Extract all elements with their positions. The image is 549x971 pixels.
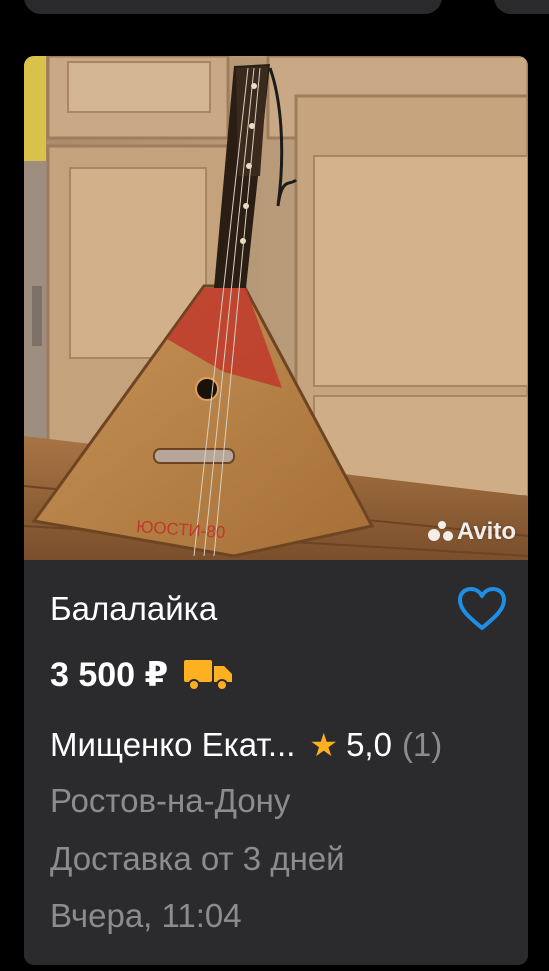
listing-date: Вчера, 11:04: [50, 897, 242, 934]
avito-watermark: Avito: [427, 518, 516, 546]
reviews-count: (1): [401, 726, 443, 763]
top-button-remnant[interactable]: [494, 0, 549, 14]
delivery-info: Доставка от 3 дней: [50, 840, 345, 877]
search-bar-remnant[interactable]: [24, 0, 442, 14]
watermark-text: Avito: [456, 518, 516, 545]
delivery-truck-icon: [184, 660, 233, 691]
seller-rating: 5,0: [346, 726, 392, 763]
favorite-button[interactable]: [456, 586, 508, 632]
balalaika-photo: ЮОСТИ-80: [24, 56, 528, 560]
star-icon: ★: [309, 727, 339, 763]
heart-outline-icon: [458, 587, 506, 630]
listing-price: 3 500 ₽: [50, 656, 169, 694]
seller-name[interactable]: Мищенко Екат...: [50, 726, 295, 764]
listing-photo[interactable]: ЮОСТИ-80 Avito: [24, 56, 528, 560]
listing-city: Ростов-на-Дону: [50, 782, 291, 819]
avito-logo-icon: [427, 521, 454, 543]
seller-row[interactable]: Мищенко Екат... ★ 5,0 (1): [50, 722, 442, 768]
listing-title[interactable]: Балалайка: [50, 586, 508, 632]
listing-card[interactable]: ЮОСТИ-80 Avito Балалайка 3 500 ₽ Мищенко…: [24, 56, 528, 965]
